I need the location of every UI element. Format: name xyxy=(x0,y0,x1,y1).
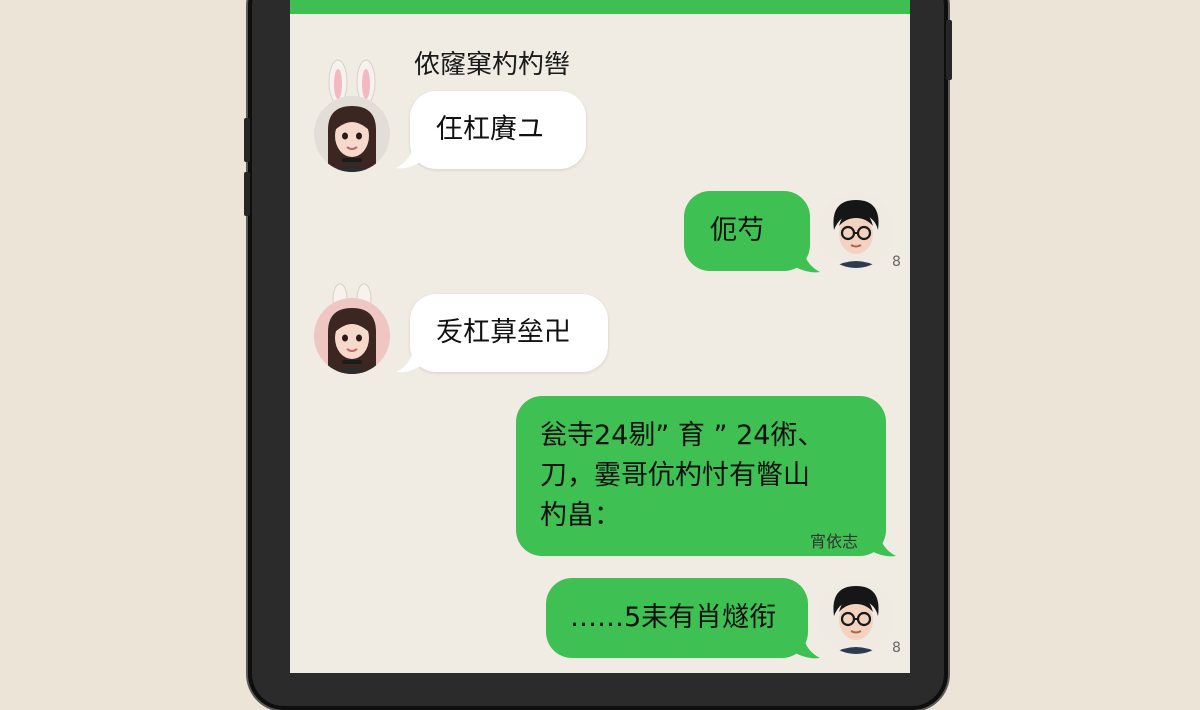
girl-avatar-icon[interactable] xyxy=(314,96,390,172)
contact-name: 侬窿窠杓杓辔 xyxy=(414,50,571,80)
header-bar xyxy=(290,0,910,14)
message-note: 宵依志 xyxy=(810,532,859,551)
status-mark: 8 xyxy=(892,640,901,656)
message-bubble-incoming[interactable]: 仼杠賡ユ xyxy=(410,91,586,169)
bubble-tail xyxy=(396,346,424,373)
message-text: 伌芍 xyxy=(710,215,764,246)
bubble-tail xyxy=(396,142,424,169)
message-text: ……5耒有肖燧衔 xyxy=(570,602,777,633)
message-text: 叐杠萛垒卍 xyxy=(436,317,571,348)
chat-screen: 侬窿窠杓杓辔 仼杠賡ユ 伌芍 8 叐杠萛垒卍 瓮寺24剔” 育 ” 24術、 刀… xyxy=(290,0,910,673)
phone-side-button xyxy=(244,118,250,162)
phone-side-button xyxy=(244,172,250,216)
message-bubble-incoming[interactable]: 叐杠萛垒卍 xyxy=(410,294,608,372)
boy-avatar-icon[interactable] xyxy=(818,578,894,654)
boy-avatar-icon[interactable] xyxy=(818,192,894,268)
message-text: 仼杠賡ユ xyxy=(436,114,544,145)
bubble-tail xyxy=(866,528,896,557)
bubble-tail xyxy=(790,244,820,273)
phone-power-button xyxy=(946,20,952,80)
message-text: 瓮寺24剔” 育 ” 24術、 刀，霎哥伉杓忖有瞥山 杓畠： xyxy=(540,420,825,531)
bubble-tail xyxy=(790,630,820,659)
message-bubble-outgoing[interactable]: ……5耒有肖燧衔 xyxy=(546,578,808,658)
status-mark: 8 xyxy=(892,254,901,270)
girl-avatar-icon[interactable] xyxy=(314,298,390,374)
